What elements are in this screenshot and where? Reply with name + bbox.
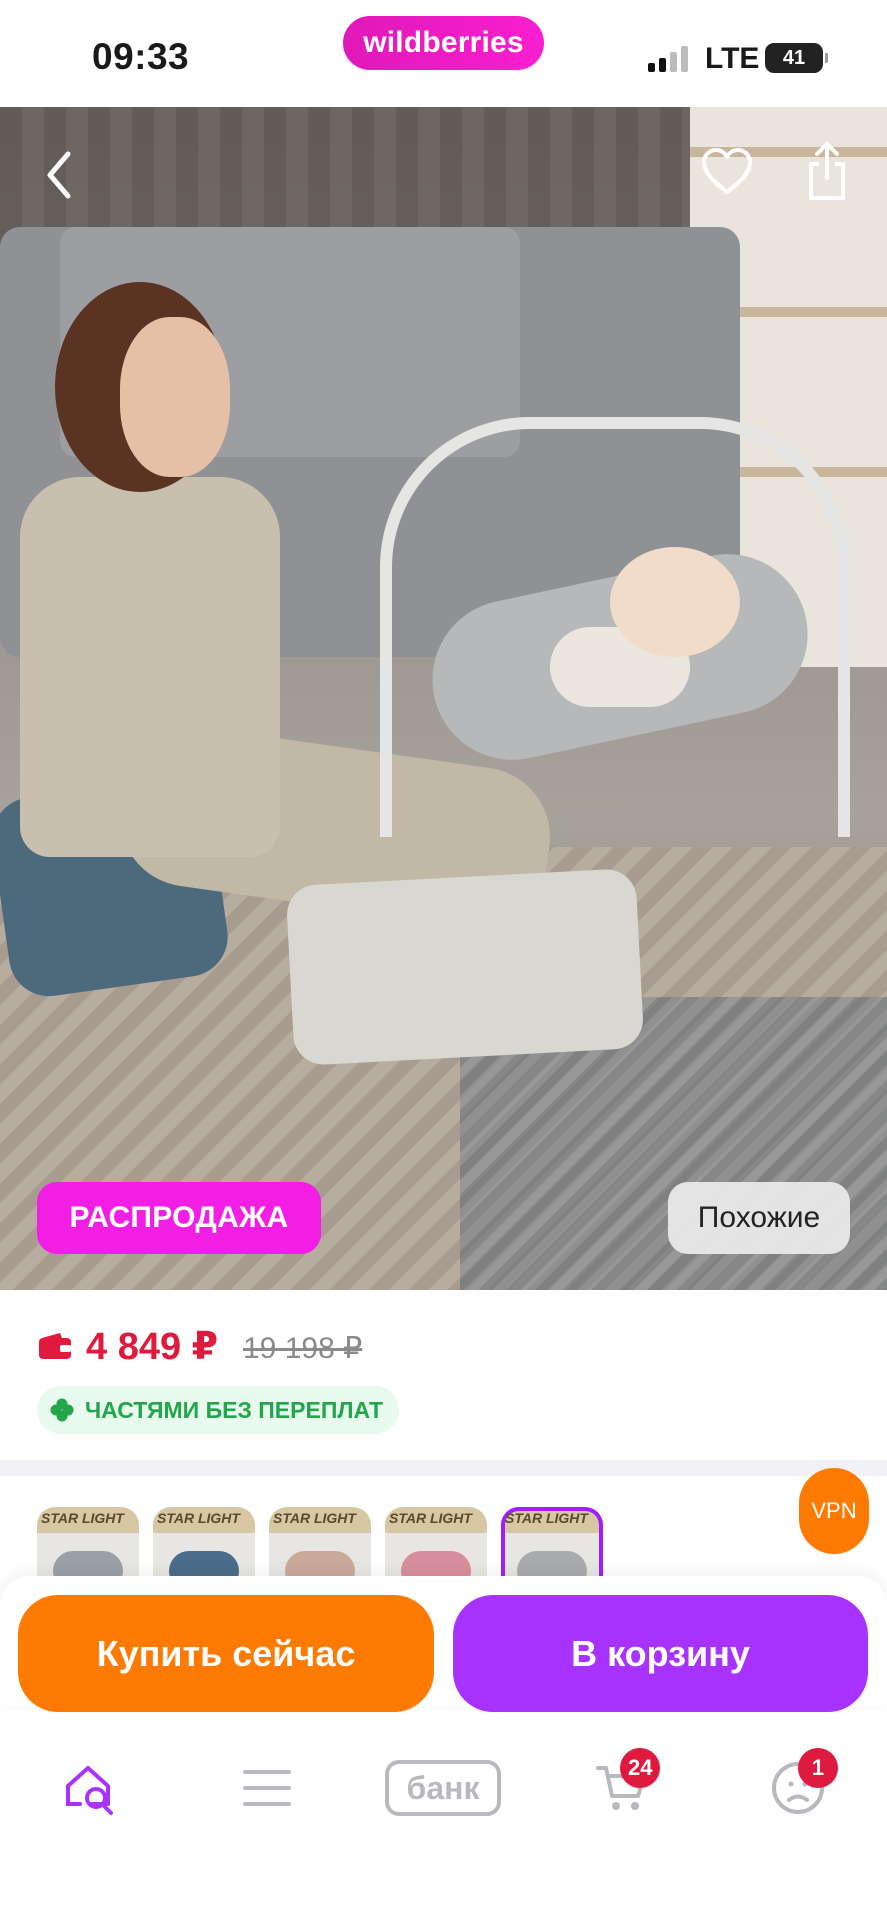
nav-home[interactable] — [60, 1758, 120, 1818]
divider — [0, 1460, 887, 1476]
back-arrow-icon[interactable] — [40, 140, 80, 210]
image-pillow-white — [285, 867, 645, 1067]
menu-icon — [243, 1770, 291, 1806]
home-search-icon — [66, 1766, 113, 1815]
network-type: LTE — [705, 42, 760, 75]
variant-label: STAR LIGHT — [273, 1510, 356, 1526]
product-image[interactable] — [0, 107, 887, 1290]
sale-badge[interactable]: РАСПРОДАЖА — [37, 1182, 321, 1254]
installment-badge[interactable]: ЧАСТЯМИ БЕЗ ПЕРЕПЛАТ — [37, 1386, 400, 1434]
profile-notification-badge: 1 — [798, 1748, 838, 1788]
installment-label: ЧАСТЯМИ БЕЗ ПЕРЕПЛАТ — [85, 1396, 384, 1423]
bank-icon: банк — [385, 1760, 501, 1816]
price-card — [0, 1290, 887, 1460]
wallet-icon — [39, 1333, 71, 1359]
clover-icon — [50, 1398, 74, 1422]
variant-label: STAR LIGHT — [389, 1510, 472, 1526]
variant-thumbnail[interactable]: STAR LIGHT — [269, 1507, 371, 1586]
variant-label: STAR LIGHT — [41, 1510, 124, 1526]
variant-thumbnail[interactable]: STAR LIGHT — [385, 1507, 487, 1586]
variant-selector: STAR LIGHT STAR LIGHT STAR LIGHT STAR LI… — [0, 1476, 887, 1586]
variant-label: STAR LIGHT — [505, 1510, 588, 1526]
brand-logo[interactable]: wildberries — [343, 16, 544, 70]
variant-label: STAR LIGHT — [157, 1510, 240, 1526]
buy-now-button[interactable]: Купить сейчас — [18, 1595, 434, 1712]
heart-icon[interactable] — [700, 145, 754, 199]
variant-thumbnail[interactable]: STAR LIGHT — [37, 1507, 139, 1586]
battery-icon: 41 — [765, 43, 828, 73]
old-price: 19 198 ₽ — [243, 1332, 363, 1365]
nav-catalog[interactable] — [240, 1758, 294, 1818]
bank-label: банк — [406, 1769, 480, 1806]
variant-thumbnail-selected[interactable]: STAR LIGHT — [501, 1507, 603, 1586]
similar-button[interactable]: Похожие — [668, 1182, 850, 1254]
cellular-signal-icon — [648, 46, 688, 72]
image-person-face — [120, 317, 230, 477]
add-to-cart-button[interactable]: В корзину — [453, 1595, 868, 1712]
status-bar: 09:33 wildberries LTE 41 — [0, 0, 887, 107]
current-price: 4 849 ₽ — [86, 1326, 219, 1368]
image-person — [20, 477, 280, 857]
share-icon[interactable] — [805, 140, 849, 202]
nav-bank[interactable]: банк — [384, 1758, 502, 1818]
status-time: 09:33 — [92, 36, 190, 77]
image-baby — [610, 547, 740, 657]
variant-thumbnail[interactable]: STAR LIGHT — [153, 1507, 255, 1586]
vpn-button[interactable]: VPN — [799, 1468, 869, 1554]
